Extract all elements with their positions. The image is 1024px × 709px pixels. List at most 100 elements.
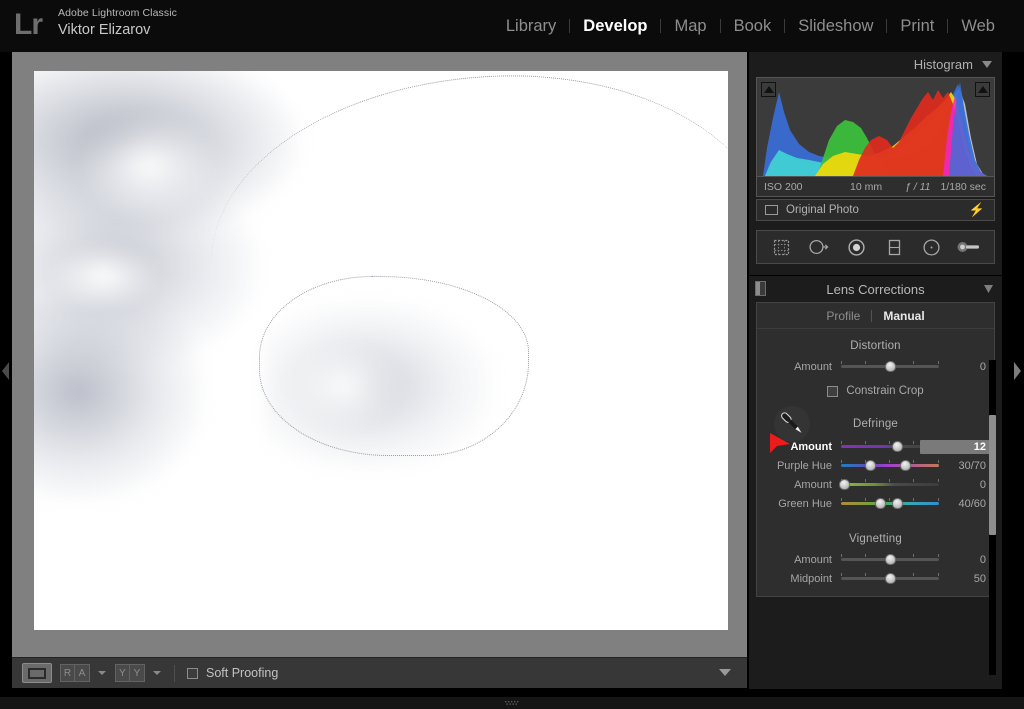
module-map[interactable]: Map: [661, 15, 719, 37]
module-library[interactable]: Library: [493, 15, 569, 37]
toolbar-options-caret-icon[interactable]: [719, 669, 731, 676]
defringe-label-0: Amount: [790, 440, 832, 453]
lens-corrections-title: Lens Corrections: [826, 281, 925, 297]
defringe-row-2[interactable]: Amount 0: [757, 475, 994, 494]
chevron-down-icon[interactable]: [982, 61, 992, 68]
constrain-crop-label: Constrain Crop: [846, 385, 924, 397]
graduated-filter-tool[interactable]: [880, 235, 908, 259]
right-panel: Histogram ISO 200 10 mm ƒ / 11 1/180 sec…: [749, 52, 1002, 705]
exif-focal-length: 10 mm: [850, 180, 883, 193]
photo-preview[interactable]: [34, 71, 728, 630]
before-after-yy-caret-icon[interactable]: [153, 671, 161, 675]
defringe-label-1: Purple Hue: [776, 459, 832, 472]
photo-detail-blob: [44, 241, 164, 311]
identity-plate[interactable]: Adobe Lightroom Classic Viktor Elizarov: [58, 7, 177, 39]
slider-ticks: [841, 460, 939, 464]
vignetting-value-1[interactable]: 50: [948, 573, 986, 585]
slider-knob[interactable]: [884, 361, 896, 372]
lightroom-logo-icon: Lr: [14, 8, 43, 41]
distortion-amount-row[interactable]: Amount 0: [757, 357, 994, 376]
vignetting-row-0[interactable]: Amount 0: [757, 550, 994, 569]
triangle-up-icon: [977, 86, 988, 93]
image-view-area: [12, 52, 747, 657]
lens-corrections-tabs: Profile Manual: [757, 303, 994, 329]
slider-knob[interactable]: [874, 498, 886, 509]
histogram-title: Histogram: [913, 57, 973, 72]
original-photo-label: Original Photo: [786, 204, 859, 216]
defringe-row-3[interactable]: Green Hue 40/60: [757, 494, 994, 513]
distortion-amount-value[interactable]: 0: [948, 361, 986, 373]
slider-track: [841, 464, 939, 467]
defringe-row-1[interactable]: Purple Hue 30/70: [757, 456, 994, 475]
red-eye-tool[interactable]: [843, 235, 871, 259]
lens-corrections-body: Profile Manual Distortion Amount 0 Const…: [756, 302, 995, 597]
slider-knob[interactable]: [839, 479, 851, 490]
distortion-amount-slider[interactable]: [841, 357, 939, 376]
spot-removal-tool[interactable]: [805, 235, 833, 259]
constrain-crop-row[interactable]: Constrain Crop: [757, 380, 994, 402]
soft-proofing-checkbox[interactable]: [187, 667, 198, 679]
before-after-ra-caret-icon[interactable]: [98, 671, 106, 675]
slider-knob[interactable]: [892, 498, 904, 509]
lightroom-window: Lr Adobe Lightroom Classic Viktor Elizar…: [0, 0, 1024, 709]
slider-knob[interactable]: [900, 460, 912, 471]
adjustment-brush-tool[interactable]: [955, 235, 983, 259]
shadow-clipping-indicator[interactable]: [761, 82, 776, 97]
module-web[interactable]: Web: [948, 15, 1008, 37]
soft-proofing-label: Soft Proofing: [206, 666, 279, 680]
tab-manual[interactable]: Manual: [872, 309, 935, 323]
vignetting-slider-1[interactable]: [841, 569, 939, 588]
histogram-header[interactable]: Histogram: [749, 52, 1002, 77]
defringe-row-0[interactable]: Amount 12: [757, 437, 994, 456]
user-name: Viktor Elizarov: [58, 22, 151, 38]
defringe-value-1[interactable]: 30/70: [948, 460, 986, 472]
defringe-slider-1[interactable]: [841, 456, 939, 475]
crop-overlay-tool[interactable]: [768, 235, 796, 259]
disclosure-triangle-icon[interactable]: [984, 285, 993, 293]
photo-detail-blob: [34, 301, 204, 501]
highlight-clipping-indicator[interactable]: [975, 82, 990, 97]
right-panel-collapse-arrow-icon[interactable]: [1013, 360, 1022, 382]
scrollbar-thumb[interactable]: [989, 415, 996, 535]
slider-knob[interactable]: [884, 554, 896, 565]
vignetting-slider-list: Amount 0 Midpoint 50: [757, 550, 994, 588]
defringe-value-3[interactable]: 40/60: [948, 498, 986, 510]
loupe-view-button[interactable]: [22, 663, 52, 683]
toolbar-divider: [174, 664, 175, 682]
defringe-slider-list: Amount 12 Purple Hue 30/70 Amount 0 Green Hue 4…: [757, 437, 994, 513]
defringe-value-0[interactable]: 12: [920, 439, 990, 454]
vignetting-row-1[interactable]: Midpoint 50: [757, 569, 994, 588]
module-book[interactable]: Book: [721, 15, 785, 37]
radial-filter-tool[interactable]: [918, 235, 946, 259]
filmstrip-resize-grip[interactable]: [0, 697, 1024, 709]
slider-track: [841, 502, 939, 505]
vignetting-slider-0[interactable]: [841, 550, 939, 569]
defringe-value-2[interactable]: 0: [948, 479, 986, 491]
module-slideshow[interactable]: Slideshow: [785, 15, 886, 37]
histogram-chart[interactable]: [756, 77, 995, 177]
photo-canvas: [34, 71, 728, 630]
defringe-slider-3[interactable]: [841, 494, 939, 513]
left-panel-collapse-arrow-icon[interactable]: [1, 360, 10, 382]
vignetting-section-title: Vignetting: [849, 533, 902, 545]
tab-profile[interactable]: Profile: [815, 309, 871, 323]
module-develop[interactable]: Develop: [570, 15, 660, 37]
before-after-yy-button[interactable]: Y Y: [115, 664, 145, 682]
right-panel-scrollbar[interactable]: [989, 360, 996, 675]
slider-knob[interactable]: [892, 441, 904, 452]
lens-corrections-header[interactable]: Lens Corrections: [749, 276, 1002, 302]
panel-solo-toggle-icon[interactable]: [755, 281, 766, 296]
lightning-bolt-icon[interactable]: ⚡: [969, 202, 985, 218]
module-print[interactable]: Print: [887, 15, 947, 37]
constrain-crop-checkbox[interactable]: [827, 385, 839, 397]
ba-cell-y2: Y: [130, 664, 145, 682]
distortion-section-title: Distortion: [850, 340, 901, 352]
vignetting-value-0[interactable]: 0: [948, 554, 986, 566]
before-after-ra-button[interactable]: R A: [60, 664, 90, 682]
exif-metadata-row: ISO 200 10 mm ƒ / 11 1/180 sec: [756, 177, 995, 197]
slider-knob[interactable]: [864, 460, 876, 471]
original-photo-row[interactable]: Original Photo ⚡: [756, 199, 995, 221]
slider-knob[interactable]: [884, 573, 896, 584]
defringe-slider-2[interactable]: [839, 475, 939, 494]
photo-detail-blob: [74, 111, 224, 221]
